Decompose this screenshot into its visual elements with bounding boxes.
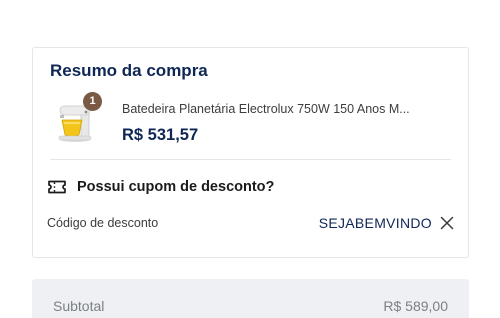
subtotal-value: R$ 589,00 — [383, 298, 448, 314]
totals-panel: Subtotal R$ 589,00 — [32, 279, 469, 318]
ticket-icon — [47, 179, 67, 195]
discount-code-label: Código de desconto — [47, 216, 159, 230]
close-icon — [440, 216, 454, 230]
coupon-toggle[interactable]: Possui cupom de desconto? — [47, 176, 274, 198]
subtotal-label: Subtotal — [53, 298, 105, 314]
quantity-badge: 1 — [83, 92, 102, 111]
divider — [50, 159, 451, 160]
coupon-title: Possui cupom de desconto? — [77, 179, 275, 195]
order-summary-title: Resumo da compra — [50, 61, 208, 80]
remove-coupon-button[interactable] — [438, 214, 456, 232]
product-name: Batedeira Planetária Electrolux 750W 150… — [122, 102, 410, 116]
order-summary-card: Resumo da compra 1 Batedeira Planetária … — [32, 47, 469, 258]
discount-code-value: SEJABEMVINDO — [318, 215, 432, 231]
product-price: R$ 531,57 — [122, 126, 199, 144]
